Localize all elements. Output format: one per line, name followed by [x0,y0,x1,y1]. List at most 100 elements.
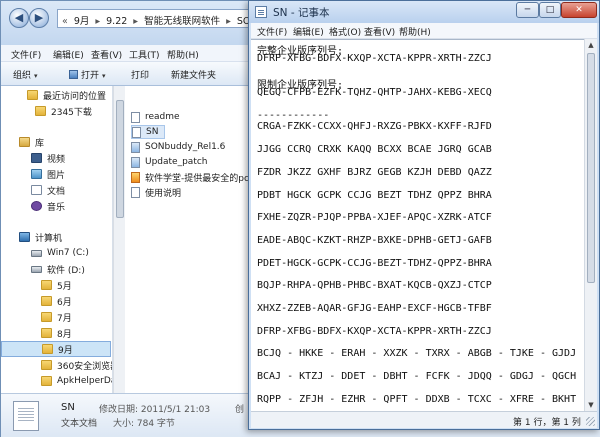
resize-grip-icon[interactable] [586,417,595,426]
details-size: 大小: 784 字节 [113,419,175,429]
new-folder-button[interactable]: 新建文件夹 [171,68,216,81]
nav-item[interactable]: 9月 [1,341,111,357]
forward-button[interactable]: ▶ [29,8,49,28]
notepad-menu-item[interactable]: 帮助(H) [399,25,431,38]
scroll-thumb[interactable] [587,53,595,283]
notepad-menu-item[interactable]: 编辑(E) [293,25,324,38]
nav-item[interactable]: 库 [1,134,44,150]
file-item[interactable]: SONbuddy_Rel1.6 [131,140,225,154]
breadcrumb-separator-icon: « [62,16,68,27]
file-name: Update_patch [145,157,208,167]
close-button[interactable]: ✕ [561,2,597,18]
nav-item[interactable]: Win7 (C:) [1,245,89,261]
notepad-title-bar[interactable]: SN - 记事本 ─ □ ✕ [249,1,599,23]
text-line: BCJQ - HKKE - ERAH - XXZK - TXRX - ABGB … [257,348,577,360]
nav-item[interactable]: 计算机 [1,229,62,245]
nav-item[interactable]: 2345下载 [1,103,92,119]
nav-item[interactable]: ApkHelperDa [1,373,112,389]
navigation-scrollbar[interactable] [113,86,125,393]
file-name: SONbuddy_Rel1.6 [145,142,226,152]
breadcrumb-separator-icon: ▸ [226,16,231,27]
nav-item[interactable]: 视频 [1,150,65,166]
details-file-type: 文本文档 [61,419,98,429]
folder-icon [41,328,52,338]
nav-item[interactable]: 软件 (D:) [1,261,85,277]
application-icon [131,171,140,183]
folder-icon [41,360,52,370]
scroll-thumb[interactable] [116,100,124,218]
text-editor-area[interactable]: 完整企业版序列号: DFRP-XFBG-BDFX-KXQP-XCTA-KPPR-X… [251,39,584,411]
nav-item[interactable]: 5月 [1,277,72,293]
organize-button[interactable]: 组织 ▾ [13,68,38,81]
folder-icon [41,296,52,306]
nav-item-label: 视频 [47,154,66,165]
text-file-icon [13,401,39,431]
maximize-icon: □ [545,5,555,15]
file-name: readme [145,112,180,122]
nav-item[interactable]: 360安全浏览器 [1,357,113,373]
drive-icon [31,265,42,273]
file-item[interactable]: 软件学堂-提供最安全的pc软 [131,170,258,184]
file-item[interactable]: readme [131,110,180,124]
nav-item-label: 360安全浏览器 [57,361,113,372]
menu-item[interactable]: 编辑(E) [53,48,84,61]
breadcrumb-segment[interactable]: 9月 [74,16,90,27]
file-item[interactable]: 使用说明 [131,185,181,199]
nav-item[interactable]: 最近访问的位置 [1,87,106,103]
nav-item-label: 9月 [58,345,73,356]
notepad-menu-bar: 文件(F) 编辑(E) 格式(O) 查看(V) 帮助(H) [251,23,597,39]
print-button[interactable]: 打印 [131,68,149,81]
text-line: DFRP-XFBG-BDFX-KXQP-XCTA-KPPR-XRTH-ZZCJ [257,53,492,65]
back-button[interactable]: ◀ [9,8,29,28]
breadcrumb-separator-icon: ▸ [95,16,101,27]
nav-item-label: 库 [35,138,45,149]
scroll-down-arrow-icon[interactable]: ▼ [585,399,597,411]
menu-item[interactable]: 工具(T) [129,48,160,61]
text-line: PDBT HGCK GCPK CCJG BEZT TDHZ QPPZ BHRA [257,189,492,201]
drive-icon [31,249,42,257]
text-line: XHXZ-ZZEB-AQAR-GFJG-EAHP-EXCF-HGCB-TFBF [257,303,492,315]
text-line: CRGA-FZKK-CCXX-QHFJ-RXZG-PBKX-KXFF-RJFD [257,121,492,133]
new-folder-label: 新建文件夹 [171,71,217,81]
nav-item[interactable]: 音乐 [1,198,65,214]
text-line: BQJP-RHPA-QPHB-PHBC-BXAT-KQCB-QXZJ-CTCP [257,280,492,292]
notepad-menu-item[interactable]: 格式(O) [329,25,361,38]
file-item[interactable]: SN [131,125,165,139]
nav-item[interactable]: 8月 [1,325,72,341]
organize-label: 组织 [13,71,32,81]
text-file-icon [132,126,141,138]
menu-item[interactable]: 帮助(H) [167,48,199,61]
nav-item[interactable]: 7月 [1,309,72,325]
open-button[interactable]: 打开 ▾ [69,68,106,81]
minimize-button[interactable]: ─ [516,2,539,18]
file-name: 使用说明 [145,188,182,199]
scroll-up-arrow-icon[interactable]: ▲ [585,39,597,51]
text-line: EADE-ABQC-KZKT-RHZP-BXKE-DPHB-GETJ-GAFB [257,234,492,246]
nav-item-label: 8月 [57,329,72,340]
notepad-menu-item[interactable]: 文件(F) [257,25,287,38]
navigation-pane: 最近访问的位置 2345下载库视频图片文档 音乐计算机 Win7 (C:) 软件 (D:… [1,86,113,393]
text-line: DFRP-XFBG-BDFX-KXQP-XCTA-KPPR-XRTH-ZZCJ [257,325,492,337]
file-name: 软件学堂-提供最安全的pc软 [145,173,258,184]
breadcrumb-segment[interactable]: 智能无线联网软件 [144,16,220,27]
nav-item[interactable]: 文档 [1,182,65,198]
address-bar[interactable]: «9月 ▸ 9.22 ▸ 智能无线联网软件 ▸ SO [57,9,253,28]
folder-icon [41,376,52,386]
close-icon: ✕ [575,5,583,15]
nav-item-label: 文档 [47,186,66,197]
nav-item[interactable]: 6月 [1,293,72,309]
menu-item[interactable]: 查看(V) [91,48,122,61]
file-list: readme SN SONbuddy_Rel1.6 Update_patch 软件学堂-… [127,86,258,393]
text-line: JJGG CCRQ CRXK KAQQ BCXX BCAE JGRQ GCAB [257,144,492,156]
nav-item[interactable]: 图片 [1,166,65,182]
notepad-menu-item[interactable]: 查看(V) [364,25,395,38]
vertical-scrollbar[interactable]: ▲ ▼ [584,39,597,411]
maximize-button[interactable]: □ [539,2,561,18]
arrow-right-icon: ▶ [34,11,44,24]
nav-item-label: 图片 [47,170,66,181]
menu-item[interactable]: 文件(F) [11,48,41,61]
file-item[interactable]: Update_patch [131,155,208,169]
video-icon [31,153,42,163]
breadcrumb-segment[interactable]: 9.22 [106,16,127,27]
notepad-window: SN - 记事本 ─ □ ✕ 文件(F) 编辑(E) 格式(O) 查看(V) 帮助(H)… [248,0,600,430]
